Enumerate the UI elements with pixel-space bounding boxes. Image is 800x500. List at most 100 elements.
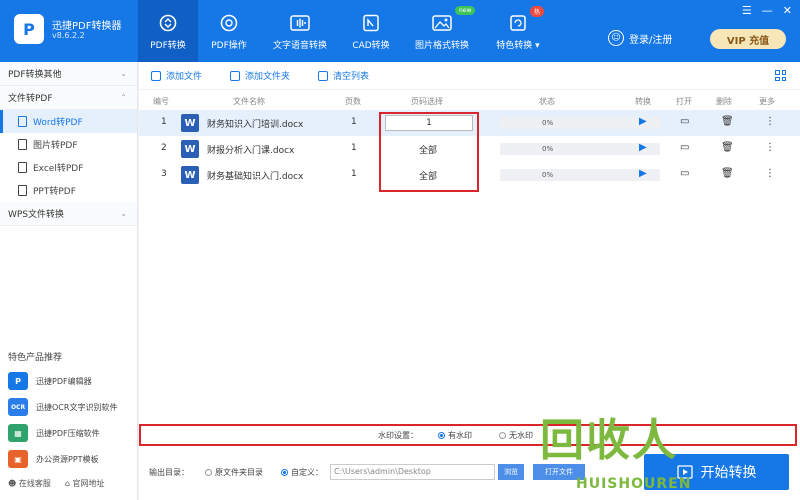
tab-text-speech[interactable]: 文字语音转换 (268, 0, 332, 62)
original-folder-radio[interactable]: 原文件夹目录 (205, 467, 263, 478)
tab-pdf-convert[interactable]: PDF转换 (138, 0, 198, 62)
app-header: P 迅捷PDF转换器 v8.6.2.2 PDF转换 PDF操作 文字语音转换 C… (0, 0, 800, 62)
featured-label: 迅捷PDF编辑器 (36, 376, 92, 386)
featured-label: 迅捷PDF压缩软件 (36, 428, 100, 438)
col-status: 状态 (539, 97, 555, 106)
row-number: 3 (161, 169, 167, 179)
tab-pdf-operation[interactable]: PDF操作 (199, 0, 259, 62)
col-page-range: 页码选择 (411, 97, 443, 106)
close-icon[interactable]: ✕ (783, 4, 792, 17)
trash-icon[interactable]: 🗑 (721, 116, 734, 127)
chevron-down-icon: ⌄ (120, 69, 127, 78)
more-icon[interactable]: ⋮ (765, 168, 775, 179)
grid-view-icon[interactable] (775, 70, 786, 81)
tab-label: 文字语音转换 (272, 41, 327, 51)
radio-icon (438, 432, 445, 439)
sidebar-item-label: PPT转PDF (33, 187, 76, 197)
clear-list-button[interactable]: 清空列表 (318, 69, 369, 82)
more-icon[interactable]: ⋮ (765, 142, 775, 153)
ppt-icon: ▣ (8, 450, 28, 468)
button-label: 添加文件夹 (245, 72, 291, 82)
featured-ocr[interactable]: OCR 迅捷OCR文字识别软件 (8, 396, 117, 418)
tab-cad-convert[interactable]: CAD转换 (341, 0, 401, 62)
add-folder-button[interactable]: 添加文件夹 (230, 69, 290, 82)
chevron-down-icon: ▾ (535, 41, 540, 51)
page-count: 1 (351, 143, 357, 153)
sidebar: PDF转换其他 ⌄ 文件转PDF ⌃ Word转PDF 图片转PDF Excel… (0, 62, 138, 500)
sidebar-item-ppt-to-pdf[interactable]: PPT转PDF (0, 179, 137, 202)
trash-icon[interactable]: 🗑 (721, 142, 734, 153)
image-icon (18, 139, 27, 150)
tab-label: 特色转换 ▾ (496, 41, 540, 51)
word-file-icon: W (181, 140, 199, 158)
page-count: 1 (351, 117, 357, 127)
tab-label: 图片格式转换 (414, 41, 469, 51)
open-folder-button[interactable]: 打开文件 (533, 464, 585, 480)
col-file-name: 文件名称 (233, 97, 265, 106)
window-controls: ☰ — ✕ (742, 4, 792, 17)
featured-pdf-editor[interactable]: P 迅捷PDF编辑器 (8, 370, 92, 392)
button-label: 添加文件 (166, 72, 203, 82)
sidebar-item-image-to-pdf[interactable]: 图片转PDF (0, 133, 137, 156)
file-name: 财报分析入门课.docx (207, 146, 295, 156)
sidebar-item-excel-to-pdf[interactable]: Excel转PDF (0, 156, 137, 179)
sidebar-group-wps[interactable]: WPS文件转换 ⌄ (0, 202, 137, 226)
start-convert-button[interactable]: 开始转换 (644, 454, 789, 490)
radio-icon (499, 432, 506, 439)
hot-badge: 热 (530, 6, 545, 17)
play-icon (676, 465, 693, 479)
custom-folder-radio[interactable]: 自定义： (281, 467, 323, 478)
play-icon[interactable]: ▶ (639, 116, 647, 127)
chevron-down-icon: ⌄ (120, 209, 127, 218)
main-panel: 添加文件 添加文件夹 清空列表 编号 文件名称 页数 页码选择 状态 转换 打开… (139, 62, 800, 500)
col-delete: 删除 (716, 97, 732, 106)
page-count: 1 (351, 169, 357, 179)
featured-pdf-compress[interactable]: ▦ 迅捷PDF压缩软件 (8, 422, 100, 444)
tab-label: PDF操作 (211, 41, 247, 51)
website-link[interactable]: ⌂ 官网地址 (65, 478, 105, 489)
vip-button[interactable]: VIP 充值 (710, 29, 786, 49)
output-path-input[interactable]: C:\Users\admin\Desktop (330, 464, 495, 480)
sidebar-item-label: Excel转PDF (33, 164, 84, 174)
login-button[interactable]: ☺ 登录/注册 (608, 30, 672, 46)
row-number: 1 (161, 117, 167, 127)
browse-button[interactable]: 浏览 (498, 464, 524, 480)
file-name: 财务基础知识入门.docx (207, 172, 304, 182)
sidebar-group-file-to-pdf[interactable]: 文件转PDF ⌃ (0, 86, 137, 110)
folder-icon[interactable]: ▭ (680, 168, 689, 179)
app-name: 迅捷PDF转换器 (52, 21, 122, 32)
folder-icon[interactable]: ▭ (680, 142, 689, 153)
play-icon[interactable]: ▶ (639, 168, 647, 179)
group-label: 文件转PDF (8, 94, 53, 104)
sidebar-group-pdf-other[interactable]: PDF转换其他 ⌄ (0, 62, 137, 86)
word-file-icon: W (181, 166, 199, 184)
folder-icon[interactable]: ▭ (680, 116, 689, 127)
watermark-on-radio[interactable]: 有水印 (438, 430, 472, 441)
tab-label: CAD转换 (352, 41, 390, 51)
cad-icon (363, 14, 379, 32)
add-folder-icon (230, 70, 241, 81)
sidebar-bottom-links: ☻ 在线客服 ⌂ 官网地址 (8, 478, 105, 489)
add-file-button[interactable]: 添加文件 (151, 69, 202, 82)
sidebar-item-label: 图片转PDF (33, 141, 78, 151)
featured-title: 特色产品推荐 (8, 353, 63, 363)
online-service-link[interactable]: ☻ 在线客服 (8, 478, 51, 489)
minimize-icon[interactable]: — (762, 4, 773, 17)
featured-ppt-templates[interactable]: ▣ 办公资源PPT模板 (8, 448, 99, 470)
watermark-off-radio[interactable]: 无水印 (499, 430, 533, 441)
add-file-icon (151, 70, 161, 81)
menu-icon[interactable]: ☰ (742, 4, 752, 17)
trash-icon[interactable]: 🗑 (721, 168, 734, 179)
more-icon[interactable]: ⋮ (765, 116, 775, 127)
tab-special-convert[interactable]: 热 特色转换 ▾ (486, 0, 550, 62)
sidebar-item-word-to-pdf[interactable]: Word转PDF (0, 110, 137, 133)
col-open: 打开 (676, 97, 692, 106)
progress-bar: 0% (500, 143, 660, 155)
col-pages: 页数 (345, 97, 361, 106)
output-label: 输出目录： (149, 468, 189, 477)
play-icon[interactable]: ▶ (639, 142, 647, 153)
radio-icon (281, 469, 288, 476)
group-label: WPS文件转换 (8, 210, 65, 220)
tab-image-format[interactable]: new 图片格式转换 (409, 0, 476, 62)
start-label: 开始转换 (700, 465, 757, 481)
